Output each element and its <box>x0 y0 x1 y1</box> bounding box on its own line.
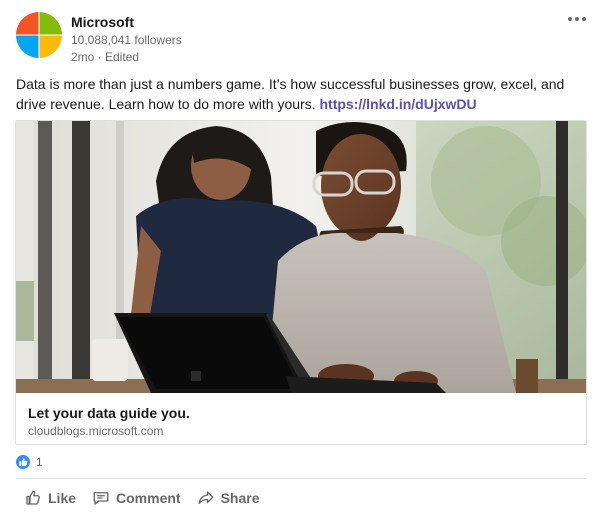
article-title[interactable]: Let your data guide you. <box>28 404 190 422</box>
microsoft-logo[interactable] <box>16 12 62 58</box>
social-action-bar: Like Comment Share <box>16 486 276 510</box>
share-label: Share <box>220 490 260 506</box>
comment-label: Comment <box>116 490 181 506</box>
share-button[interactable]: Share <box>197 486 260 510</box>
article-domain: cloudblogs.microsoft.com <box>28 424 164 438</box>
link-preview-card[interactable]: Let your data guide you. cloudblogs.micr… <box>15 120 587 445</box>
thumbs-up-icon <box>26 490 40 505</box>
more-options-button[interactable] <box>563 10 591 28</box>
article-image[interactable] <box>16 121 586 393</box>
post-header: Microsoft 10,088,041 followers 2mo · Edi… <box>16 10 586 64</box>
author-name[interactable]: Microsoft <box>71 14 134 30</box>
follower-count: 10,088,041 followers <box>71 33 182 47</box>
reaction-count[interactable]: 1 <box>36 455 43 469</box>
post-link[interactable]: https://lnkd.in/dUjxwDU <box>320 96 477 112</box>
ellipsis-icon <box>568 17 572 21</box>
like-button[interactable]: Like <box>24 486 76 510</box>
ellipsis-dot <box>582 17 586 21</box>
divider <box>16 478 586 479</box>
comment-icon <box>93 492 109 505</box>
like-label: Like <box>48 490 77 506</box>
post-text: Data is more than just a numbers game. I… <box>16 76 565 112</box>
post-body: Data is more than just a numbers game. I… <box>16 74 591 114</box>
post-timestamp: 2mo · Edited <box>71 50 140 64</box>
social-counts[interactable]: 1 <box>16 454 43 470</box>
ellipsis-dot <box>575 17 579 21</box>
comment-button[interactable]: Comment <box>92 486 181 510</box>
like-reaction-icon <box>16 455 30 469</box>
share-arrow-icon <box>198 491 214 504</box>
